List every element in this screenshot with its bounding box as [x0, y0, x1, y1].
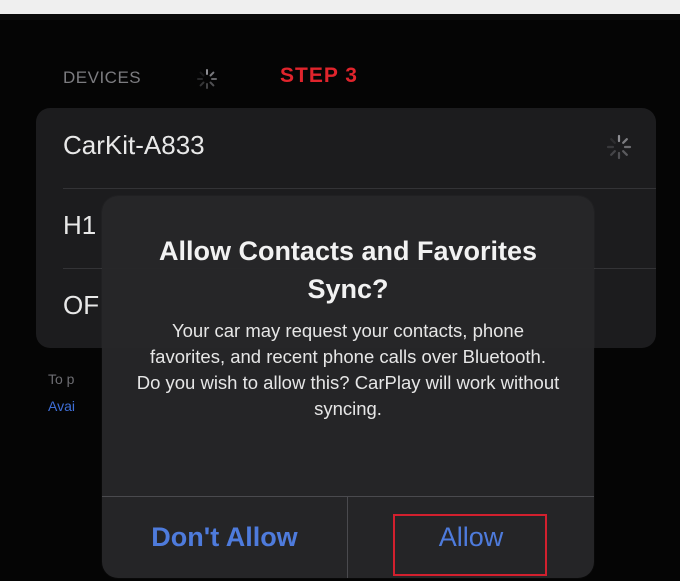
- allow-button[interactable]: Allow: [348, 497, 594, 578]
- dont-allow-button[interactable]: Don't Allow: [102, 497, 347, 578]
- alert-title: Allow Contacts and Favorites Sync?: [158, 236, 538, 304]
- top-bar: [0, 0, 680, 14]
- device-row[interactable]: CarKit-A833: [36, 108, 656, 188]
- alert-message: Your car may request your contacts, phon…: [136, 320, 560, 419]
- step-label: STEP 3: [280, 64, 358, 87]
- spinner-icon: [606, 134, 632, 160]
- devices-section-header: DEVICES: [63, 68, 142, 87]
- loading-spinner-icon: [197, 69, 217, 89]
- device-name: H1: [63, 210, 97, 240]
- sync-permission-alert: Allow Contacts and Favorites Sync? Your …: [102, 196, 594, 578]
- device-name: CarKit-A833: [63, 130, 205, 160]
- footer-link[interactable]: Avai: [48, 398, 75, 414]
- device-name: OF: [63, 290, 100, 320]
